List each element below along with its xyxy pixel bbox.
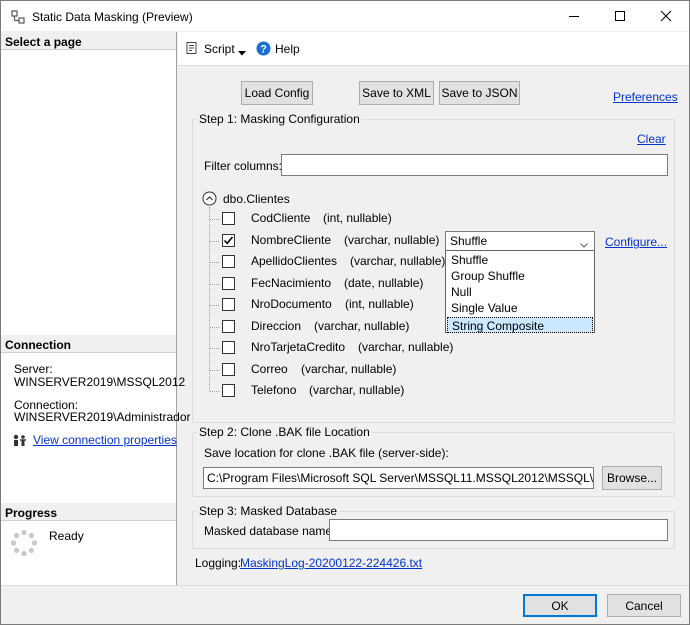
dropdown-option-null[interactable]: Null — [447, 284, 593, 300]
dropdown-option-group-shuffle[interactable]: Group Shuffle — [447, 268, 593, 284]
column-type: (varchar, nullable) — [358, 340, 454, 354]
column-name[interactable]: FecNacimiento — [251, 276, 331, 290]
chevron-down-icon[interactable] — [238, 46, 246, 56]
column-name[interactable]: NombreCliente — [251, 233, 331, 247]
minimize-button[interactable] — [551, 1, 597, 31]
tree-branch-line — [210, 348, 219, 349]
cancel-button[interactable]: Cancel — [607, 594, 681, 617]
filter-columns-input[interactable] — [281, 154, 668, 176]
tree-branch-line — [210, 305, 219, 306]
column-type: (varchar, nullable) — [314, 319, 410, 333]
configure-link[interactable]: Configure... — [605, 235, 667, 249]
column-type: (varchar, nullable) — [301, 362, 397, 376]
column-checkbox[interactable] — [222, 277, 235, 290]
column-type: (varchar, nullable) — [344, 233, 440, 247]
masked-db-name-label: Masked database name: — [204, 524, 336, 538]
column-name[interactable]: NroDocumento — [251, 297, 332, 311]
column-type: (date, nullable) — [344, 276, 424, 290]
masking-function-dropdown: Shuffle Group Shuffle Null Single Value … — [445, 250, 595, 333]
select-page-header: Select a page — [1, 32, 176, 50]
column-name[interactable]: ApellidoClientes — [251, 254, 337, 268]
tree-branch-line — [210, 219, 219, 220]
column-checkbox[interactable] — [222, 298, 235, 311]
column-type: (int, nullable) — [323, 211, 392, 225]
column-checkbox[interactable] — [222, 234, 235, 247]
browse-button[interactable]: Browse... — [602, 466, 662, 490]
column-name[interactable]: NroTarjetaCredito — [251, 340, 345, 354]
column-name[interactable]: Correo — [251, 362, 288, 376]
column-name[interactable]: CodCliente — [251, 211, 310, 225]
column-checkbox[interactable] — [222, 384, 235, 397]
view-connection-properties-link[interactable]: View connection properties — [33, 433, 177, 447]
masking-combo-value: Shuffle — [450, 234, 488, 248]
masked-db-name-input[interactable] — [329, 519, 668, 541]
preferences-link[interactable]: Preferences — [613, 90, 678, 104]
column-checkbox[interactable] — [222, 320, 235, 333]
tree-branch-line — [210, 284, 219, 285]
logging-label: Logging: — [195, 556, 242, 570]
connection-value: WINSERVER2019\Administrador — [14, 410, 191, 424]
step3-title: Step 3: Masked Database — [197, 504, 340, 518]
left-panel: Select a page Connection Server: WINSERV… — [1, 32, 191, 585]
help-button[interactable]: Help — [275, 42, 300, 56]
column-checkbox[interactable] — [222, 341, 235, 354]
column-name[interactable]: Telefono — [251, 383, 296, 397]
connection-header: Connection — [1, 335, 176, 353]
column-type: (varchar, nullable) — [309, 383, 405, 397]
server-value: WINSERVER2019\MSSQL2012 — [14, 375, 186, 389]
svg-text:?: ? — [260, 44, 267, 56]
progress-header: Progress — [1, 503, 176, 521]
step2-title: Step 2: Clone .BAK file Location — [197, 425, 372, 439]
toolbar: Script ? Help — [178, 32, 689, 66]
title-bar[interactable]: Static Data Masking (Preview) — [1, 1, 689, 31]
close-button[interactable] — [643, 1, 689, 31]
dropdown-option-single-value[interactable]: Single Value — [447, 300, 593, 316]
progress-spinner-icon — [10, 529, 38, 557]
tree-branch-line — [210, 327, 219, 328]
app-icon — [10, 9, 26, 25]
server-label: Server: — [14, 362, 53, 376]
script-button[interactable]: Script — [204, 42, 235, 56]
help-icon: ? — [256, 41, 271, 56]
chevron-down-icon[interactable] — [580, 238, 588, 248]
column-type: (int, nullable) — [345, 297, 414, 311]
save-to-xml-button[interactable]: Save to XML — [359, 81, 434, 105]
table-node-label[interactable]: dbo.Clientes — [223, 192, 290, 206]
column-name[interactable]: Direccion — [251, 319, 301, 333]
ok-button[interactable]: OK — [523, 594, 597, 617]
masking-function-combo[interactable]: Shuffle — [445, 231, 595, 251]
progress-status: Ready — [49, 529, 84, 543]
load-config-button[interactable]: Load Config — [241, 81, 313, 105]
dropdown-option-string-composite[interactable]: String Composite — [447, 317, 593, 333]
tree-branch-line — [210, 262, 219, 263]
tree-branch-line — [210, 241, 219, 242]
tree-connector-line — [209, 207, 210, 391]
column-checkbox[interactable] — [222, 255, 235, 268]
maximize-button[interactable] — [597, 1, 643, 31]
column-checkbox[interactable] — [222, 212, 235, 225]
save-location-label: Save location for clone .BAK file (serve… — [204, 446, 449, 460]
dialog-window: Static Data Masking (Preview) Select a p… — [0, 0, 690, 625]
script-icon — [185, 41, 199, 55]
logging-file-link[interactable]: MaskingLog-20200122-224426.txt — [240, 556, 422, 570]
checkmark-icon — [223, 236, 234, 245]
bak-path-input[interactable]: C:\Program Files\Microsoft SQL Server\MS… — [203, 467, 594, 489]
step1-title: Step 1: Masking Configuration — [197, 112, 362, 126]
clear-link[interactable]: Clear — [637, 132, 666, 146]
dropdown-option-shuffle[interactable]: Shuffle — [447, 252, 593, 268]
column-checkbox[interactable] — [222, 363, 235, 376]
tree-branch-line — [210, 391, 219, 392]
window-title: Static Data Masking (Preview) — [32, 10, 193, 24]
filter-columns-label: Filter columns: — [204, 159, 283, 173]
collapse-icon[interactable] — [202, 191, 217, 206]
tree-branch-line — [210, 370, 219, 371]
connection-properties-icon — [12, 433, 28, 447]
save-to-json-button[interactable]: Save to JSON — [439, 81, 520, 105]
column-type: (varchar, nullable) — [350, 254, 446, 268]
